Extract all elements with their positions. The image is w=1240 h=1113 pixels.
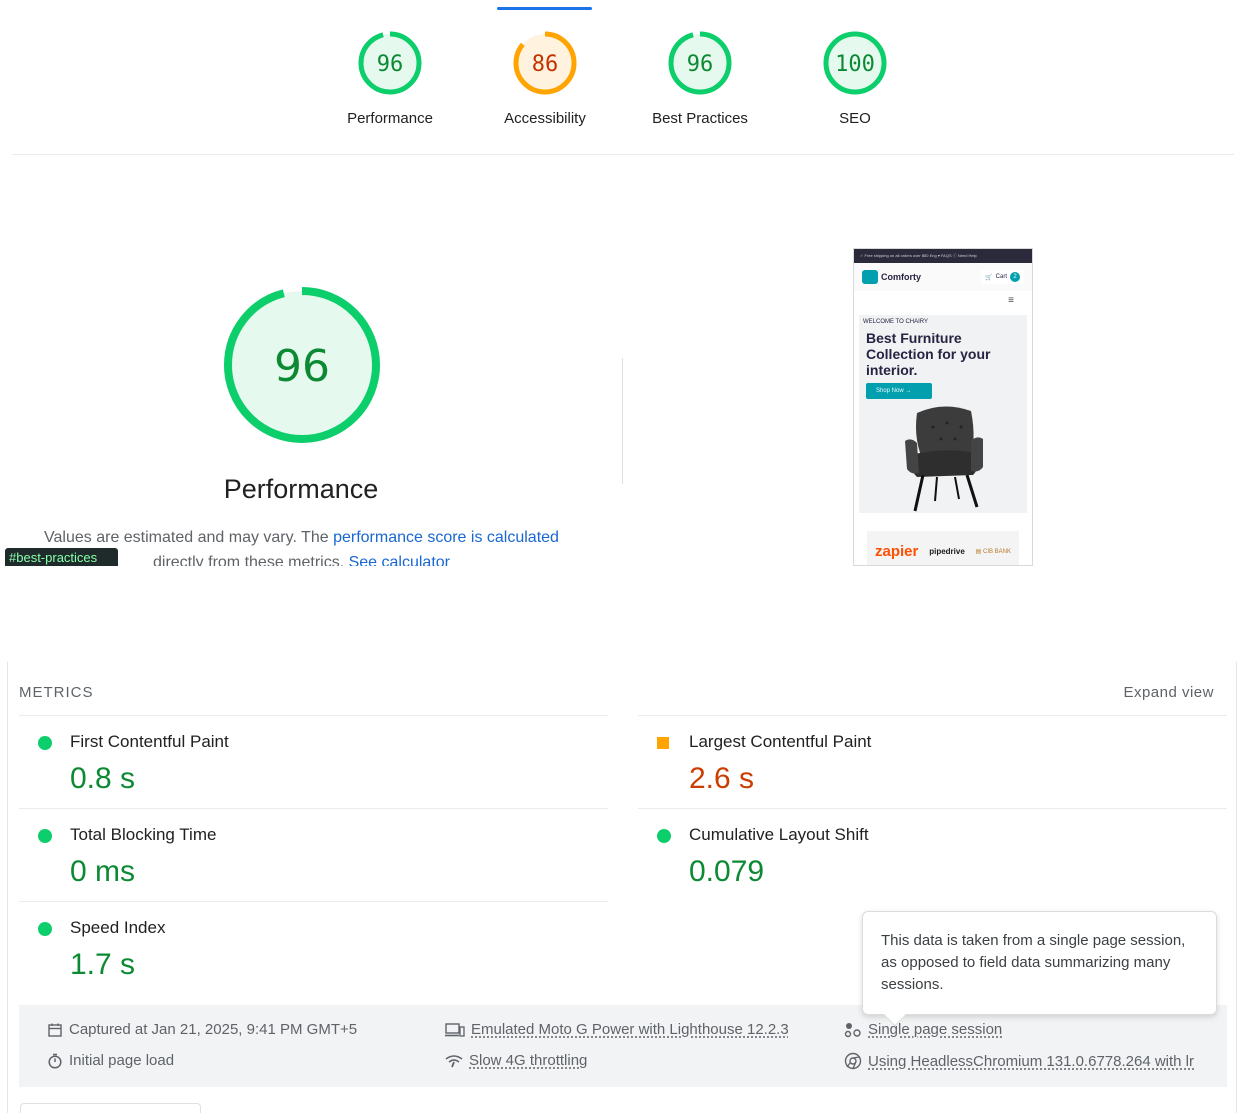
pass-indicator-icon bbox=[657, 829, 671, 843]
gauge-accessibility[interactable]: 86 Accessibility bbox=[480, 30, 610, 127]
chair-logo-icon bbox=[862, 270, 878, 284]
metric-value: 2.6 s bbox=[689, 762, 755, 795]
gauge-score: 96 bbox=[687, 52, 714, 77]
gauge-ring: 86 bbox=[513, 31, 577, 95]
calendar-icon bbox=[48, 1023, 62, 1037]
session-text[interactable]: Single page session bbox=[868, 1021, 1002, 1038]
gauge-performance[interactable]: 96 Performance bbox=[325, 30, 455, 127]
active-tab-indicator bbox=[497, 7, 592, 10]
clip-mask bbox=[0, 566, 640, 586]
pass-indicator-icon bbox=[38, 922, 52, 936]
thumb-welcome: WELCOME TO CHAIRY bbox=[863, 319, 929, 325]
devices-icon bbox=[445, 1022, 465, 1037]
expand-view-button[interactable]: Expand view bbox=[1123, 684, 1214, 701]
metric-lcp: Largest Contentful Paint 2.6 s bbox=[638, 715, 1227, 808]
pass-indicator-icon bbox=[38, 829, 52, 843]
session-icon bbox=[844, 1022, 861, 1037]
metric-name: Speed Index bbox=[70, 918, 166, 937]
metric-value: 0.8 s bbox=[70, 762, 136, 795]
metrics-title: METRICS bbox=[19, 684, 94, 701]
tooltip-text: This data is taken from a single page se… bbox=[881, 932, 1186, 993]
gauge-label: Performance bbox=[347, 110, 433, 127]
gauge-seo[interactable]: 100 SEO bbox=[790, 30, 920, 127]
thumb-headline: Best Furniture Collection for your inter… bbox=[866, 330, 991, 378]
metric-tbt: Total Blocking Time 0 ms bbox=[19, 808, 608, 901]
hamburger-menu-icon: ≡ bbox=[1008, 295, 1014, 306]
category-gauges: 96 Performance 86 Accessibility 96 Best … bbox=[0, 30, 1240, 140]
thumb-hero: WELCOME TO CHAIRY Best Furniture Collect… bbox=[859, 315, 1027, 513]
metric-si: Speed Index 1.7 s bbox=[19, 901, 608, 994]
cart-icon: 🛒 bbox=[985, 274, 993, 281]
gauge-label: SEO bbox=[839, 110, 871, 127]
throttling-text[interactable]: Slow 4G throttling bbox=[469, 1052, 587, 1069]
brand-cib: ▤ CIB BANK bbox=[975, 548, 1011, 555]
thumb-cart: 🛒 Cart 2 bbox=[981, 270, 1024, 284]
divider bbox=[12, 154, 1234, 155]
vertical-divider bbox=[622, 358, 623, 484]
gauge-ring: 100 bbox=[823, 31, 887, 95]
metric-name: Largest Contentful Paint bbox=[689, 732, 872, 751]
metric-value: 0.079 bbox=[689, 855, 765, 888]
thumb-nav: Comforty 🛒 Cart 2 bbox=[854, 263, 1032, 291]
session-type[interactable]: Single page session bbox=[844, 1021, 1002, 1038]
brand-pipedrive: pipedrive bbox=[929, 546, 965, 556]
metrics-section: METRICS Expand view First Contentful Pai… bbox=[7, 662, 1237, 1113]
browser-version[interactable]: Using HeadlessChromium 131.0.6778.264 wi… bbox=[844, 1052, 1194, 1070]
browser-text[interactable]: Using HeadlessChromium 131.0.6778.264 wi… bbox=[868, 1053, 1194, 1070]
brand-zapier: zapier bbox=[875, 542, 919, 560]
final-screenshot-thumbnail[interactable]: ✓ Free shipping on all orders over $50 E… bbox=[853, 248, 1033, 566]
thumb-brands: zapier pipedrive ▤ CIB BANK bbox=[867, 531, 1019, 565]
gauge-label: Best Practices bbox=[652, 110, 748, 127]
performance-big-gauge: 96 bbox=[224, 287, 380, 443]
thumb-cart-label: Cart bbox=[995, 274, 1007, 280]
initial-load-text: Initial page load bbox=[69, 1052, 175, 1069]
gauge-score: 86 bbox=[532, 52, 559, 77]
score-calculated-link[interactable]: performance score is calculated bbox=[333, 529, 559, 546]
metric-name: Cumulative Layout Shift bbox=[689, 825, 869, 844]
captured-text: Captured at Jan 21, 2025, 9:41 PM GMT+5 bbox=[69, 1021, 358, 1038]
runtime-settings: Captured at Jan 21, 2025, 9:41 PM GMT+5 … bbox=[19, 1005, 1227, 1087]
bottom-chip[interactable] bbox=[20, 1103, 201, 1113]
metric-value: 1.7 s bbox=[70, 948, 136, 981]
anchor-badge[interactable]: #best-practices bbox=[5, 548, 118, 566]
gauge-score: 100 bbox=[835, 52, 875, 77]
session-tooltip: This data is taken from a single page se… bbox=[862, 911, 1217, 1027]
gauge-score: 96 bbox=[377, 52, 404, 77]
average-indicator-icon bbox=[657, 737, 669, 749]
chair-image bbox=[905, 406, 983, 512]
metric-fcp: First Contentful Paint 0.8 s bbox=[19, 715, 608, 808]
gauge-ring: 96 bbox=[358, 31, 422, 95]
desc-text: Values are estimated and may vary. The bbox=[44, 529, 334, 546]
metric-value: 0 ms bbox=[70, 855, 136, 888]
metric-name: Total Blocking Time bbox=[70, 825, 217, 844]
device-text[interactable]: Emulated Moto G Power with Lighthouse 12… bbox=[471, 1021, 789, 1038]
signal-icon bbox=[445, 1054, 463, 1067]
stopwatch-icon bbox=[48, 1053, 62, 1069]
performance-score: 96 bbox=[274, 341, 330, 392]
thumb-shop-button: Shop Now → bbox=[866, 383, 932, 399]
pass-indicator-icon bbox=[38, 736, 52, 750]
metric-cls: Cumulative Layout Shift 0.079 bbox=[638, 808, 1227, 901]
performance-title: Performance bbox=[223, 474, 379, 504]
thumb-cart-count: 2 bbox=[1010, 272, 1020, 282]
gauge-label: Accessibility bbox=[504, 110, 586, 127]
device-emulation[interactable]: Emulated Moto G Power with Lighthouse 12… bbox=[445, 1021, 789, 1038]
captured-at: Captured at Jan 21, 2025, 9:41 PM GMT+5 bbox=[47, 1021, 357, 1038]
gauge-ring: 96 bbox=[668, 31, 732, 95]
thumb-logo: Comforty bbox=[862, 270, 921, 284]
gauge-best-practices[interactable]: 96 Best Practices bbox=[635, 30, 765, 127]
throttling[interactable]: Slow 4G throttling bbox=[445, 1052, 587, 1069]
chrome-icon bbox=[844, 1052, 862, 1070]
initial-load: Initial page load bbox=[47, 1052, 174, 1069]
thumb-logo-text: Comforty bbox=[881, 272, 921, 282]
metric-name: First Contentful Paint bbox=[70, 732, 229, 751]
thumb-topbar: ✓ Free shipping on all orders over $50 E… bbox=[854, 249, 1032, 263]
